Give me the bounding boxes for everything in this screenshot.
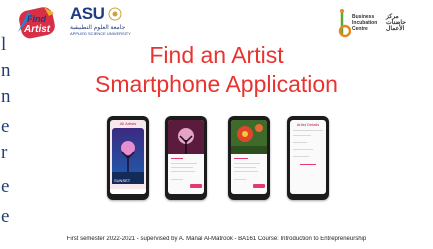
asu-emblem-icon [108,7,122,21]
phone-mockup-profile: Artist Details [287,116,329,200]
edge-letter: e [1,206,10,227]
profile-line [293,156,309,157]
edge-letter: e [1,116,10,137]
phone-screen [231,120,267,194]
phone-mockup-details [165,116,207,200]
detail-line [171,167,193,168]
bottom-nav[interactable] [110,189,146,194]
bic-arabic: مركز حاضنات الأعمال [386,14,406,32]
phone-mockup-home: All Artists SUNSET [107,116,149,200]
asu-english-name: APPLIED SCIENCE UNIVERSITY [70,31,131,36]
edge-letter: e [1,176,10,197]
phone-screen [168,120,204,194]
asu-name: ASU [70,4,105,23]
find-artist-logo: Find Artist [14,4,58,42]
artwork-caption: SUNSET [114,178,131,183]
bic-emblem-icon [338,9,351,38]
detail-line [234,179,246,180]
detail-line [171,179,183,180]
asu-logo: ASU جامعة العلوم التطبيقية APPLIED SCIEN… [70,4,150,37]
divider [293,130,323,131]
edge-letter: r [1,142,8,163]
phone-screen: Artist Details [290,120,326,194]
profile-link[interactable] [300,164,316,165]
profile-line [293,149,313,150]
phone-screen: All Artists SUNSET [110,120,146,194]
flower-artwork-image [231,120,267,154]
detail-line [171,163,197,164]
detail-line [234,167,256,168]
contact-button[interactable] [190,184,202,188]
screen-header-label: Artist Details [296,122,320,127]
asu-arabic-name: جامعة العلوم التطبيقية [70,25,126,31]
detail-title-bar [171,158,183,159]
logo-artist-text: Artist [23,24,51,35]
bic-english: Business Incubation Centre [352,14,378,32]
contact-button[interactable] [253,184,265,188]
logo-find-text: Find [27,14,46,24]
detail-title-bar [234,158,248,159]
detail-line [234,163,260,164]
profile-line [293,142,307,143]
screen-header: All Artists [110,120,146,126]
footer-credits: First semester 2022-2021 - supervised by… [66,236,367,242]
screen-header-label: All Artists [119,121,137,126]
profile-line [293,135,311,136]
phone-mockup-flower [228,116,270,200]
page-title-line2: Smartphone Application [95,71,338,97]
artwork-image [168,120,204,154]
detail-line [171,171,195,172]
bic-logo: Business Incubation Centre مركز حاضنات ا… [338,6,430,42]
sunset-artwork-image [112,128,144,184]
detail-line [234,171,258,172]
page-title-line1: Find an Artist [149,42,284,68]
